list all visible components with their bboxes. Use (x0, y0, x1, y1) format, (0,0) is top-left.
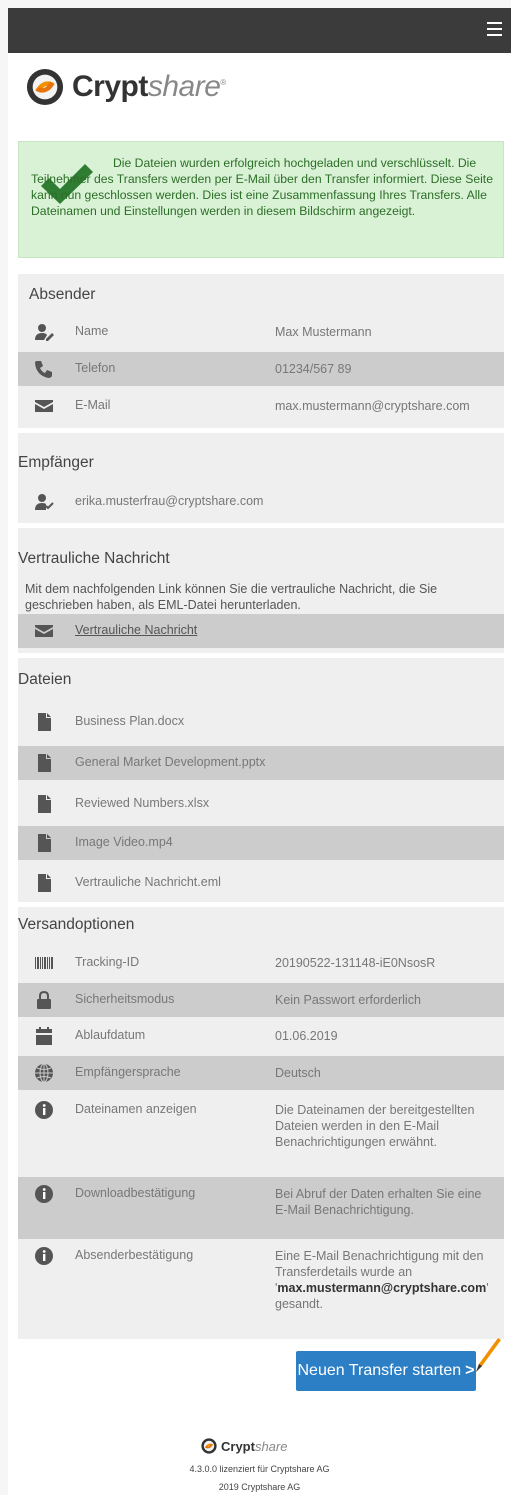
phone-icon (34, 359, 54, 379)
file-icon (34, 794, 54, 814)
field-value: max.mustermann@cryptshare.com (275, 399, 470, 413)
lock-icon (34, 990, 54, 1010)
file-item: General Market Development.pptx (18, 746, 504, 780)
field-label: Empfängersprache (75, 1065, 181, 1079)
sender-row-phone: Telefon 01234/567 89 (18, 352, 504, 386)
field-value: Kein Passwort erforderlich (275, 993, 421, 1007)
logo-text: Cryptshare® (72, 70, 226, 103)
file-name: Image Video.mp4 (75, 835, 173, 849)
top-navbar (8, 8, 511, 53)
file-icon (34, 753, 54, 773)
confidential-message-link[interactable]: Vertrauliche Nachricht (75, 623, 197, 637)
files-title: Dateien (18, 671, 72, 688)
sender-row-email: E-Mail max.mustermann@cryptshare.com (18, 389, 504, 423)
field-label: Downloadbestätigung (75, 1186, 196, 1200)
file-icon (34, 833, 54, 853)
footer-logo-text: Cryptshare (221, 1438, 288, 1454)
field-label: E-Mail (75, 398, 111, 412)
page: Cryptshare® Die Dateien wurden erfolgrei… (8, 8, 511, 1495)
field-label: Ablaufdatum (75, 1028, 146, 1042)
field-label: Dateinamen anzeigen (75, 1102, 197, 1116)
envelope-icon (34, 621, 54, 641)
info-icon (34, 1246, 54, 1266)
sender-title: Absender (29, 286, 96, 303)
file-item: Reviewed Numbers.xlsx (18, 787, 504, 821)
field-value: Die Dateinamen der bereitgestellten Date… (275, 1103, 475, 1149)
confidential-title: Vertrauliche Nachricht (18, 550, 170, 567)
field-label: Absenderbestätigung (75, 1248, 194, 1262)
file-icon (34, 873, 54, 893)
file-name: Reviewed Numbers.xlsx (75, 796, 210, 810)
footer-copyright: 2019 Cryptshare AG (218, 1482, 301, 1492)
file-name: Vertrauliche Nachricht.eml (75, 875, 221, 889)
confidential-description: Mit dem nachfolgenden Link können Sie di… (25, 582, 438, 612)
option-row-show-filenames: Dateinamen anzeigen Die Dateinamen der b… (18, 1093, 504, 1177)
envelope-icon (34, 396, 54, 416)
field-label: Sicherheitsmodus (75, 992, 175, 1006)
recipient-row: erika.musterfrau@cryptshare.com (18, 485, 504, 519)
file-item: Business Plan.docx (18, 705, 504, 739)
field-label: Telefon (75, 361, 116, 375)
file-item: Image Video.mp4 (18, 826, 504, 860)
barcode-icon (34, 953, 54, 973)
field-value: 20190522-131148-iE0NsosR (275, 956, 436, 970)
file-name: Business Plan.docx (75, 714, 185, 728)
info-icon (34, 1100, 54, 1120)
start-new-transfer-button[interactable]: Neuen Transfer starten > (296, 1351, 476, 1391)
recipient-email: erika.musterfrau@cryptshare.com (75, 494, 264, 508)
option-row-security: Sicherheitsmodus Kein Passwort erforderl… (18, 983, 504, 1017)
logo-mark-icon (26, 68, 64, 106)
field-value: Bei Abruf der Daten erhalten Sie eine E-… (275, 1187, 482, 1217)
file-icon (34, 712, 54, 732)
file-item: Vertrauliche Nachricht.eml (18, 866, 504, 900)
option-row-download-confirmation: Downloadbestätigung Bei Abruf der Daten … (18, 1177, 504, 1239)
info-icon (34, 1184, 54, 1204)
hamburger-menu-icon[interactable] (487, 22, 502, 36)
field-value: Max Mustermann (275, 325, 372, 339)
user-check-icon (34, 492, 54, 512)
field-label: Tracking-ID (75, 955, 140, 969)
option-row-language: Empfängersprache Deutsch (18, 1056, 504, 1090)
globe-icon (34, 1063, 54, 1083)
field-value: Deutsch (275, 1066, 321, 1080)
footer-logo: Cryptshare (201, 1438, 287, 1454)
field-value: 01234/567 89 (275, 362, 352, 376)
options-title: Versandoptionen (18, 916, 135, 933)
field-value: Eine E-Mail Benachrichtigung mit den Tra… (275, 1249, 489, 1311)
option-row-expiry: Ablaufdatum 01.06.2019 (18, 1019, 504, 1053)
recipient-title: Empfänger (18, 454, 94, 471)
field-label: Name (75, 324, 109, 338)
pen-cursor-icon (476, 1338, 501, 1372)
option-row-tracking: Tracking-ID 20190522-131148-iE0NsosR (18, 946, 504, 980)
user-edit-icon (34, 322, 54, 342)
sender-row-name: Name Max Mustermann (18, 315, 504, 349)
confidential-link-row[interactable]: Vertrauliche Nachricht (18, 614, 504, 648)
logo-mark-icon (201, 1438, 217, 1454)
field-value: 01.06.2019 (275, 1029, 338, 1043)
file-name: General Market Development.pptx (75, 755, 266, 769)
calendar-icon (34, 1026, 54, 1046)
success-message: Die Dateien wurden erfolgreich hochgelad… (31, 156, 493, 218)
footer-license: 4.3.0.0 lizenziert für Cryptshare AG (189, 1464, 330, 1474)
cryptshare-logo[interactable]: Cryptshare® (26, 66, 226, 108)
option-row-sender-confirmation: Absenderbestätigung Eine E-Mail Benachri… (18, 1239, 504, 1329)
success-alert: Die Dateien wurden erfolgreich hochgelad… (18, 141, 504, 258)
